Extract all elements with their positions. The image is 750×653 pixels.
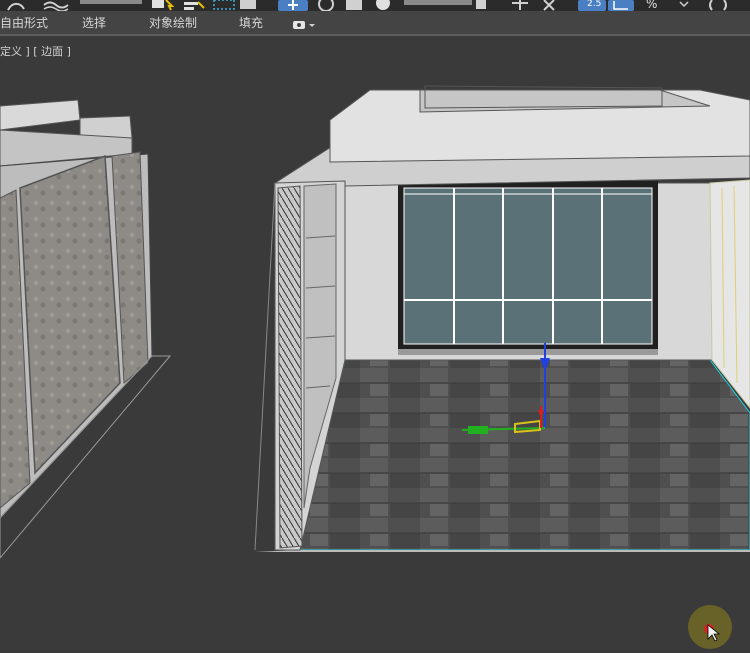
tab-selection[interactable]: 选择: [82, 14, 106, 31]
wave-icon[interactable]: [43, 1, 69, 12]
cursor-highlight: [688, 605, 732, 649]
viewport-3d[interactable]: [0, 38, 750, 649]
tab-freeform[interactable]: 自由形式: [0, 14, 48, 31]
window-crossing-icon[interactable]: [240, 0, 256, 9]
toolbar-icons: [7, 0, 727, 12]
window-model[interactable]: [398, 181, 658, 355]
link-icon[interactable]: [7, 2, 25, 11]
ribbon-tab-bar: 自由形式 选择 对象绘制 填充: [0, 11, 750, 36]
main-toolbar: 2.5 %: [0, 0, 750, 11]
cabinet-model[interactable]: [0, 99, 172, 559]
curly-brace-icon[interactable]: [709, 0, 727, 11]
eye-icon: [293, 21, 315, 29]
arrow-cursor-icon: [704, 624, 721, 642]
selection-filter-dropdown[interactable]: [80, 0, 142, 4]
close-icon[interactable]: [543, 0, 555, 11]
rotate-icon[interactable]: [318, 0, 334, 11]
placement-icon[interactable]: [376, 0, 390, 10]
select-by-name-icon[interactable]: [184, 1, 205, 10]
arrow-cursor-icon[interactable]: [152, 0, 175, 11]
ribbon-options-button[interactable]: [292, 17, 316, 29]
tab-populate[interactable]: 填充: [239, 14, 263, 31]
snap-value-label: 2.5: [587, 0, 602, 9]
select-region-icon[interactable]: [213, 0, 235, 10]
pin-icon[interactable]: [512, 0, 528, 10]
pivot-icon[interactable]: [476, 0, 486, 9]
room-model[interactable]: [254, 85, 750, 552]
tab-object-paint[interactable]: 对象绘制: [149, 14, 197, 31]
scale-icon[interactable]: [346, 0, 362, 10]
chevron-down-icon: [309, 24, 315, 27]
percent-snap-icon[interactable]: %: [646, 0, 657, 11]
spinner-snap-icon[interactable]: [679, 1, 689, 8]
reference-coordinate-dropdown[interactable]: [404, 0, 472, 5]
